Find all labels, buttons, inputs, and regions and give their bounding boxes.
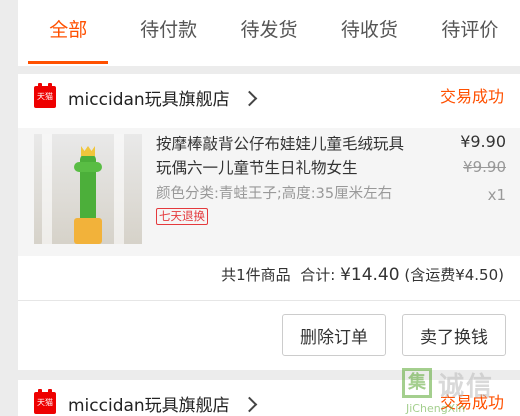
total-amount: ¥14.40 [340,265,400,285]
divider [18,300,520,301]
product-price: ¥9.90 [460,132,506,151]
sell-item-button[interactable]: 卖了换钱 [402,314,506,356]
toy-base-shape [74,218,102,244]
shop-name[interactable]: miccidan玩具旗舰店 [68,85,230,110]
image-curtain [42,134,52,244]
chevron-right-icon[interactable] [241,90,257,106]
order-status: 交易成功 [439,87,504,106]
tab-pending-shipment[interactable]: 待发货 [219,0,319,66]
shop-row[interactable]: 天猫 miccidan玩具旗舰店 交易成功 [18,74,520,120]
delete-order-button[interactable]: 删除订单 [282,314,386,356]
order-status: 交易成功 [439,393,504,412]
product-specs: 颜色分类:青蛙王子;高度:35厘米左右 [156,186,393,202]
tmall-icon: 天猫 [34,83,56,108]
order-summary: 共1件商品 合计: ¥14.40 (含运费¥4.50) [221,264,504,285]
shop-name[interactable]: miccidan玩具旗舰店 [68,391,230,416]
frog-crown-shape [81,146,95,156]
shop-row[interactable]: 天猫 miccidan玩具旗舰店 交易成功 [18,380,520,416]
total-label: 合计: [300,266,336,284]
tab-pending-review[interactable]: 待评价 [420,0,520,66]
order-item[interactable]: 按摩棒敲背公仔布娃娃儿童毛绒玩具玩偶六一儿童节生日礼物女生 颜色分类:青蛙王子;… [18,128,520,256]
tab-pending-receipt[interactable]: 待收货 [319,0,419,66]
shipping-text: (含运费¥4.50) [404,266,504,284]
return-badge: 七天退换 [156,208,208,225]
image-curtain [114,134,124,244]
tmall-icon: 天猫 [34,389,56,414]
chevron-right-icon[interactable] [241,396,257,412]
item-count: 共1件商品 [221,266,291,284]
order-tabs: 全部 待付款 待发货 待收货 待评价 [18,0,520,66]
order-card: 天猫 miccidan玩具旗舰店 交易成功 [18,380,520,416]
tab-pending-payment[interactable]: 待付款 [118,0,218,66]
order-card: 天猫 miccidan玩具旗舰店 交易成功 按摩棒敲背公仔布娃娃儿童毛绒玩具玩偶… [18,74,520,370]
tab-all[interactable]: 全部 [18,0,118,66]
product-title[interactable]: 按摩棒敲背公仔布娃娃儿童毛绒玩具玩偶六一儿童节生日礼物女生 [156,132,416,180]
frog-toy-shape [74,154,102,226]
original-price: ¥9.90 [463,158,506,176]
product-quantity: x1 [487,186,506,204]
product-image[interactable] [34,134,142,244]
